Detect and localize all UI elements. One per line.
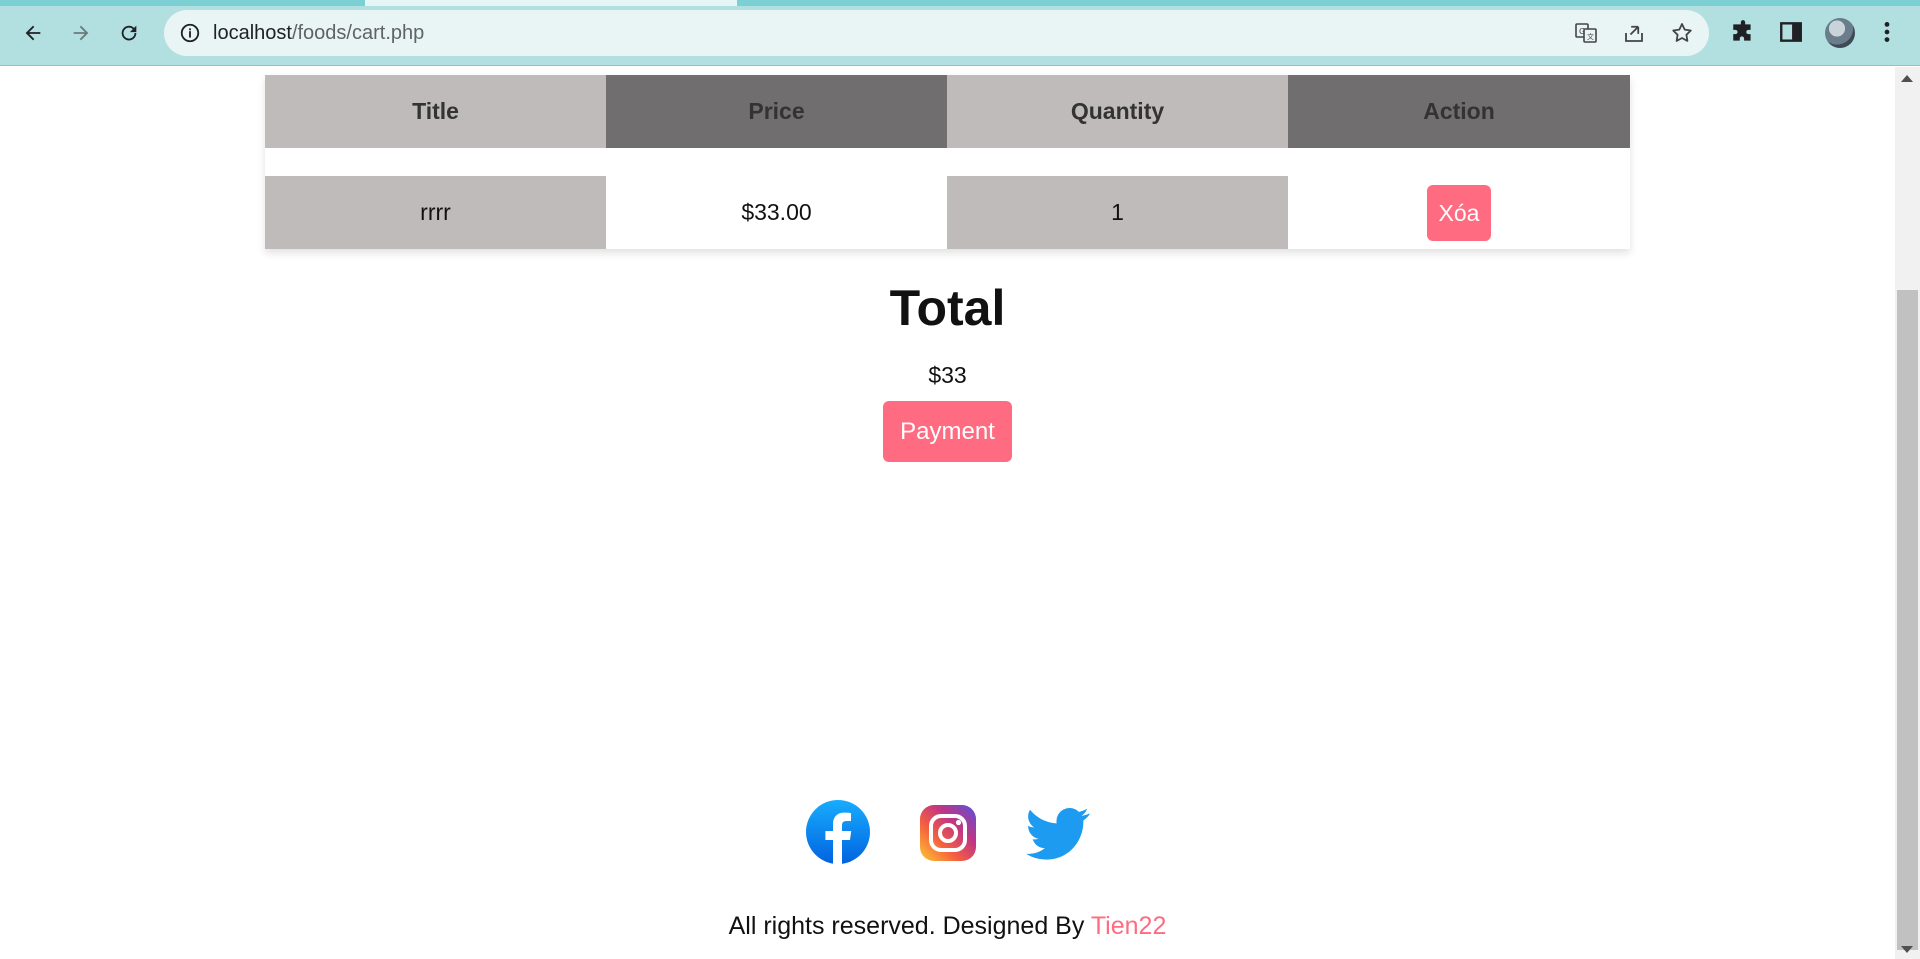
table-header-row: Title Price Quantity Action [265, 75, 1630, 148]
item-quantity: 1 [947, 176, 1288, 249]
svg-text:文: 文 [1587, 32, 1594, 41]
svg-text:G: G [1579, 27, 1585, 36]
url-path: /foods/cart.php [291, 22, 425, 44]
url-host: localhost [213, 22, 292, 44]
page-content: Title Price Quantity Action rrrr $33.00 … [0, 67, 1895, 959]
column-header-title: Title [265, 75, 606, 148]
reload-icon [121, 25, 137, 41]
kebab-menu-icon[interactable] [1874, 19, 1900, 45]
column-header-action: Action [1288, 75, 1630, 148]
back-icon [25, 25, 41, 41]
total-amount: $33 [928, 362, 967, 388]
table-row: rrrr $33.00 1 Xóa [265, 176, 1630, 249]
item-action-cell: Xóa [1288, 176, 1630, 249]
address-bar[interactable]: localhost/foods/cart.php G文 [164, 10, 1709, 56]
instagram-icon[interactable] [920, 805, 976, 861]
forward-button[interactable] [65, 17, 97, 49]
total-heading: Total [889, 280, 1006, 336]
item-price: $33.00 [606, 176, 947, 249]
payment-wrapper: Payment [0, 401, 1895, 462]
facebook-icon[interactable] [806, 800, 870, 864]
profile-avatar[interactable] [1825, 18, 1855, 48]
cart-table: Title Price Quantity Action rrrr $33.00 … [265, 75, 1630, 249]
footer-text: All rights reserved. Designed By [728, 912, 1091, 940]
site-info-icon[interactable] [179, 22, 201, 44]
item-title: rrrr [265, 176, 606, 249]
delete-button[interactable]: Xóa [1426, 184, 1492, 241]
scroll-up-arrow-icon[interactable] [1901, 75, 1913, 82]
footer-copyright: All rights reserved. Designed By Tien22 [0, 912, 1895, 941]
column-header-quantity: Quantity [947, 75, 1288, 148]
bookmark-star-icon[interactable] [1670, 21, 1694, 45]
payment-button[interactable]: Payment [883, 401, 1012, 462]
spacer-row [265, 148, 1630, 176]
forward-icon [73, 25, 89, 41]
translate-icon[interactable]: G文 [1574, 21, 1598, 45]
share-icon[interactable] [1622, 21, 1646, 45]
reload-button[interactable] [113, 17, 145, 49]
scroll-down-arrow-icon[interactable] [1901, 946, 1913, 953]
vertical-scrollbar[interactable] [1895, 67, 1920, 959]
browser-toolbar: localhost/foods/cart.php G文 [0, 0, 1920, 66]
tab-strip [0, 0, 1920, 6]
footer-author: Tien22 [1090, 912, 1167, 940]
twitter-icon[interactable] [1026, 807, 1090, 861]
url-text[interactable]: localhost/foods/cart.php [213, 22, 424, 44]
back-button[interactable] [17, 17, 49, 49]
scrollbar-thumb[interactable] [1897, 290, 1918, 950]
extensions-icon[interactable] [1730, 19, 1756, 45]
column-header-price: Price [606, 75, 947, 148]
side-panel-icon[interactable] [1778, 19, 1804, 45]
